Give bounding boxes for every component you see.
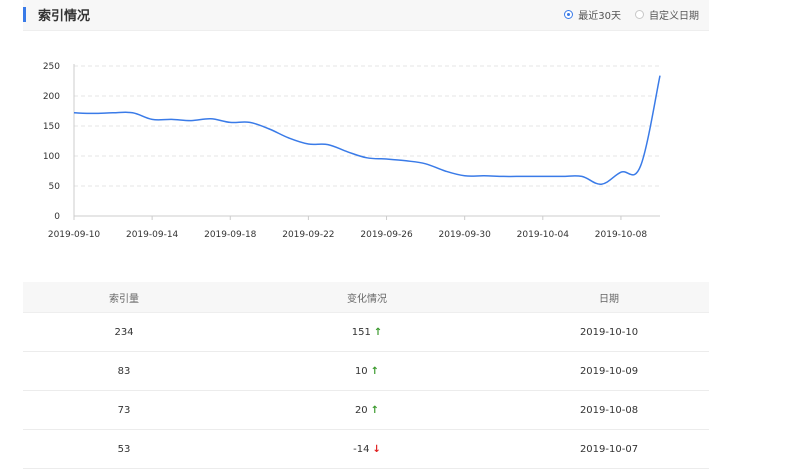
cell-date: 2019-10-09 xyxy=(579,365,639,377)
cell-date: 2019-10-08 xyxy=(579,404,639,416)
col-header-count: 索引量 xyxy=(109,293,139,305)
radio-label: 自定义日期 xyxy=(649,11,699,22)
change-value: 10 xyxy=(354,365,368,377)
radio-checked-icon xyxy=(564,10,574,19)
table-header: 索引量 变化情况 日期 xyxy=(23,282,709,313)
table-row: 73 20 ↑ 2019-10-08 xyxy=(23,391,709,430)
table-row: 83 10 ↑ 2019-10-09 xyxy=(23,352,709,391)
x-tick-label: 2019-09-22 xyxy=(282,230,334,240)
y-tick-label: 0 xyxy=(54,212,60,222)
radio-last-30-days[interactable]: 最近30天 xyxy=(564,7,621,22)
cell-change: -14 ↓ xyxy=(225,444,509,455)
panel-header: 索引情况 最近30天 自定义日期 xyxy=(23,0,709,31)
cell-change: 20 ↑ xyxy=(225,405,509,416)
cell-count: 83 xyxy=(117,365,131,377)
x-tick-label: 2019-09-10 xyxy=(48,230,101,240)
arrow-down-icon: ↓ xyxy=(372,443,381,455)
arrow-up-icon: ↑ xyxy=(373,326,383,338)
y-tick-label: 250 xyxy=(43,62,60,72)
panel-title: 索引情况 xyxy=(38,9,91,24)
index-line-chart: 0 50 100 150 200 250 2019-09-10 2019-09-14 2019-… xyxy=(43,62,661,240)
cell-count: 53 xyxy=(117,443,131,455)
index-panel: 索引情况 最近30天 自定义日期 0 50 100 150 200 250 2019-09-… xyxy=(23,0,709,469)
title-accent-bar xyxy=(23,7,26,22)
x-tick-label: 2019-09-18 xyxy=(204,230,257,240)
x-tick-label: 2019-10-08 xyxy=(595,230,648,240)
date-range-selector: 最近30天 自定义日期 xyxy=(550,7,699,22)
table-row: 234 151 ↑ 2019-10-10 xyxy=(23,313,709,352)
cell-date: 2019-10-10 xyxy=(579,326,639,338)
x-tick-label: 2019-09-26 xyxy=(360,230,413,240)
col-header-change: 变化情况 xyxy=(347,293,387,305)
col-header-date: 日期 xyxy=(599,293,619,305)
arrow-up-icon: ↑ xyxy=(370,404,380,416)
index-table: 索引量 变化情况 日期 234 151 ↑ 2019-10-10 83 10 ↑ 2… xyxy=(23,282,709,469)
radio-label: 最近30天 xyxy=(578,11,621,22)
y-tick-label: 50 xyxy=(49,182,61,192)
arrow-up-icon: ↑ xyxy=(370,365,380,377)
change-value: 20 xyxy=(354,404,368,416)
series-line xyxy=(73,75,661,185)
x-tick-label: 2019-10-04 xyxy=(517,230,570,240)
radio-custom-date[interactable]: 自定义日期 xyxy=(635,7,699,22)
x-tick-label: 2019-09-30 xyxy=(439,230,492,240)
change-value: 151 xyxy=(351,326,371,338)
cell-date: 2019-10-07 xyxy=(579,443,639,455)
cell-count: 234 xyxy=(114,326,134,338)
y-tick-label: 100 xyxy=(43,152,60,162)
cell-change: 10 ↑ xyxy=(225,366,509,377)
radio-unchecked-icon xyxy=(635,10,644,19)
cell-change: 151 ↑ xyxy=(225,327,509,338)
x-tick-label: 2019-09-14 xyxy=(126,230,179,240)
change-value: -14 xyxy=(353,443,370,455)
y-tick-label: 200 xyxy=(43,92,60,102)
table-row: 53 -14 ↓ 2019-10-07 xyxy=(23,430,709,469)
cell-count: 73 xyxy=(117,404,131,416)
y-tick-label: 150 xyxy=(43,122,60,132)
